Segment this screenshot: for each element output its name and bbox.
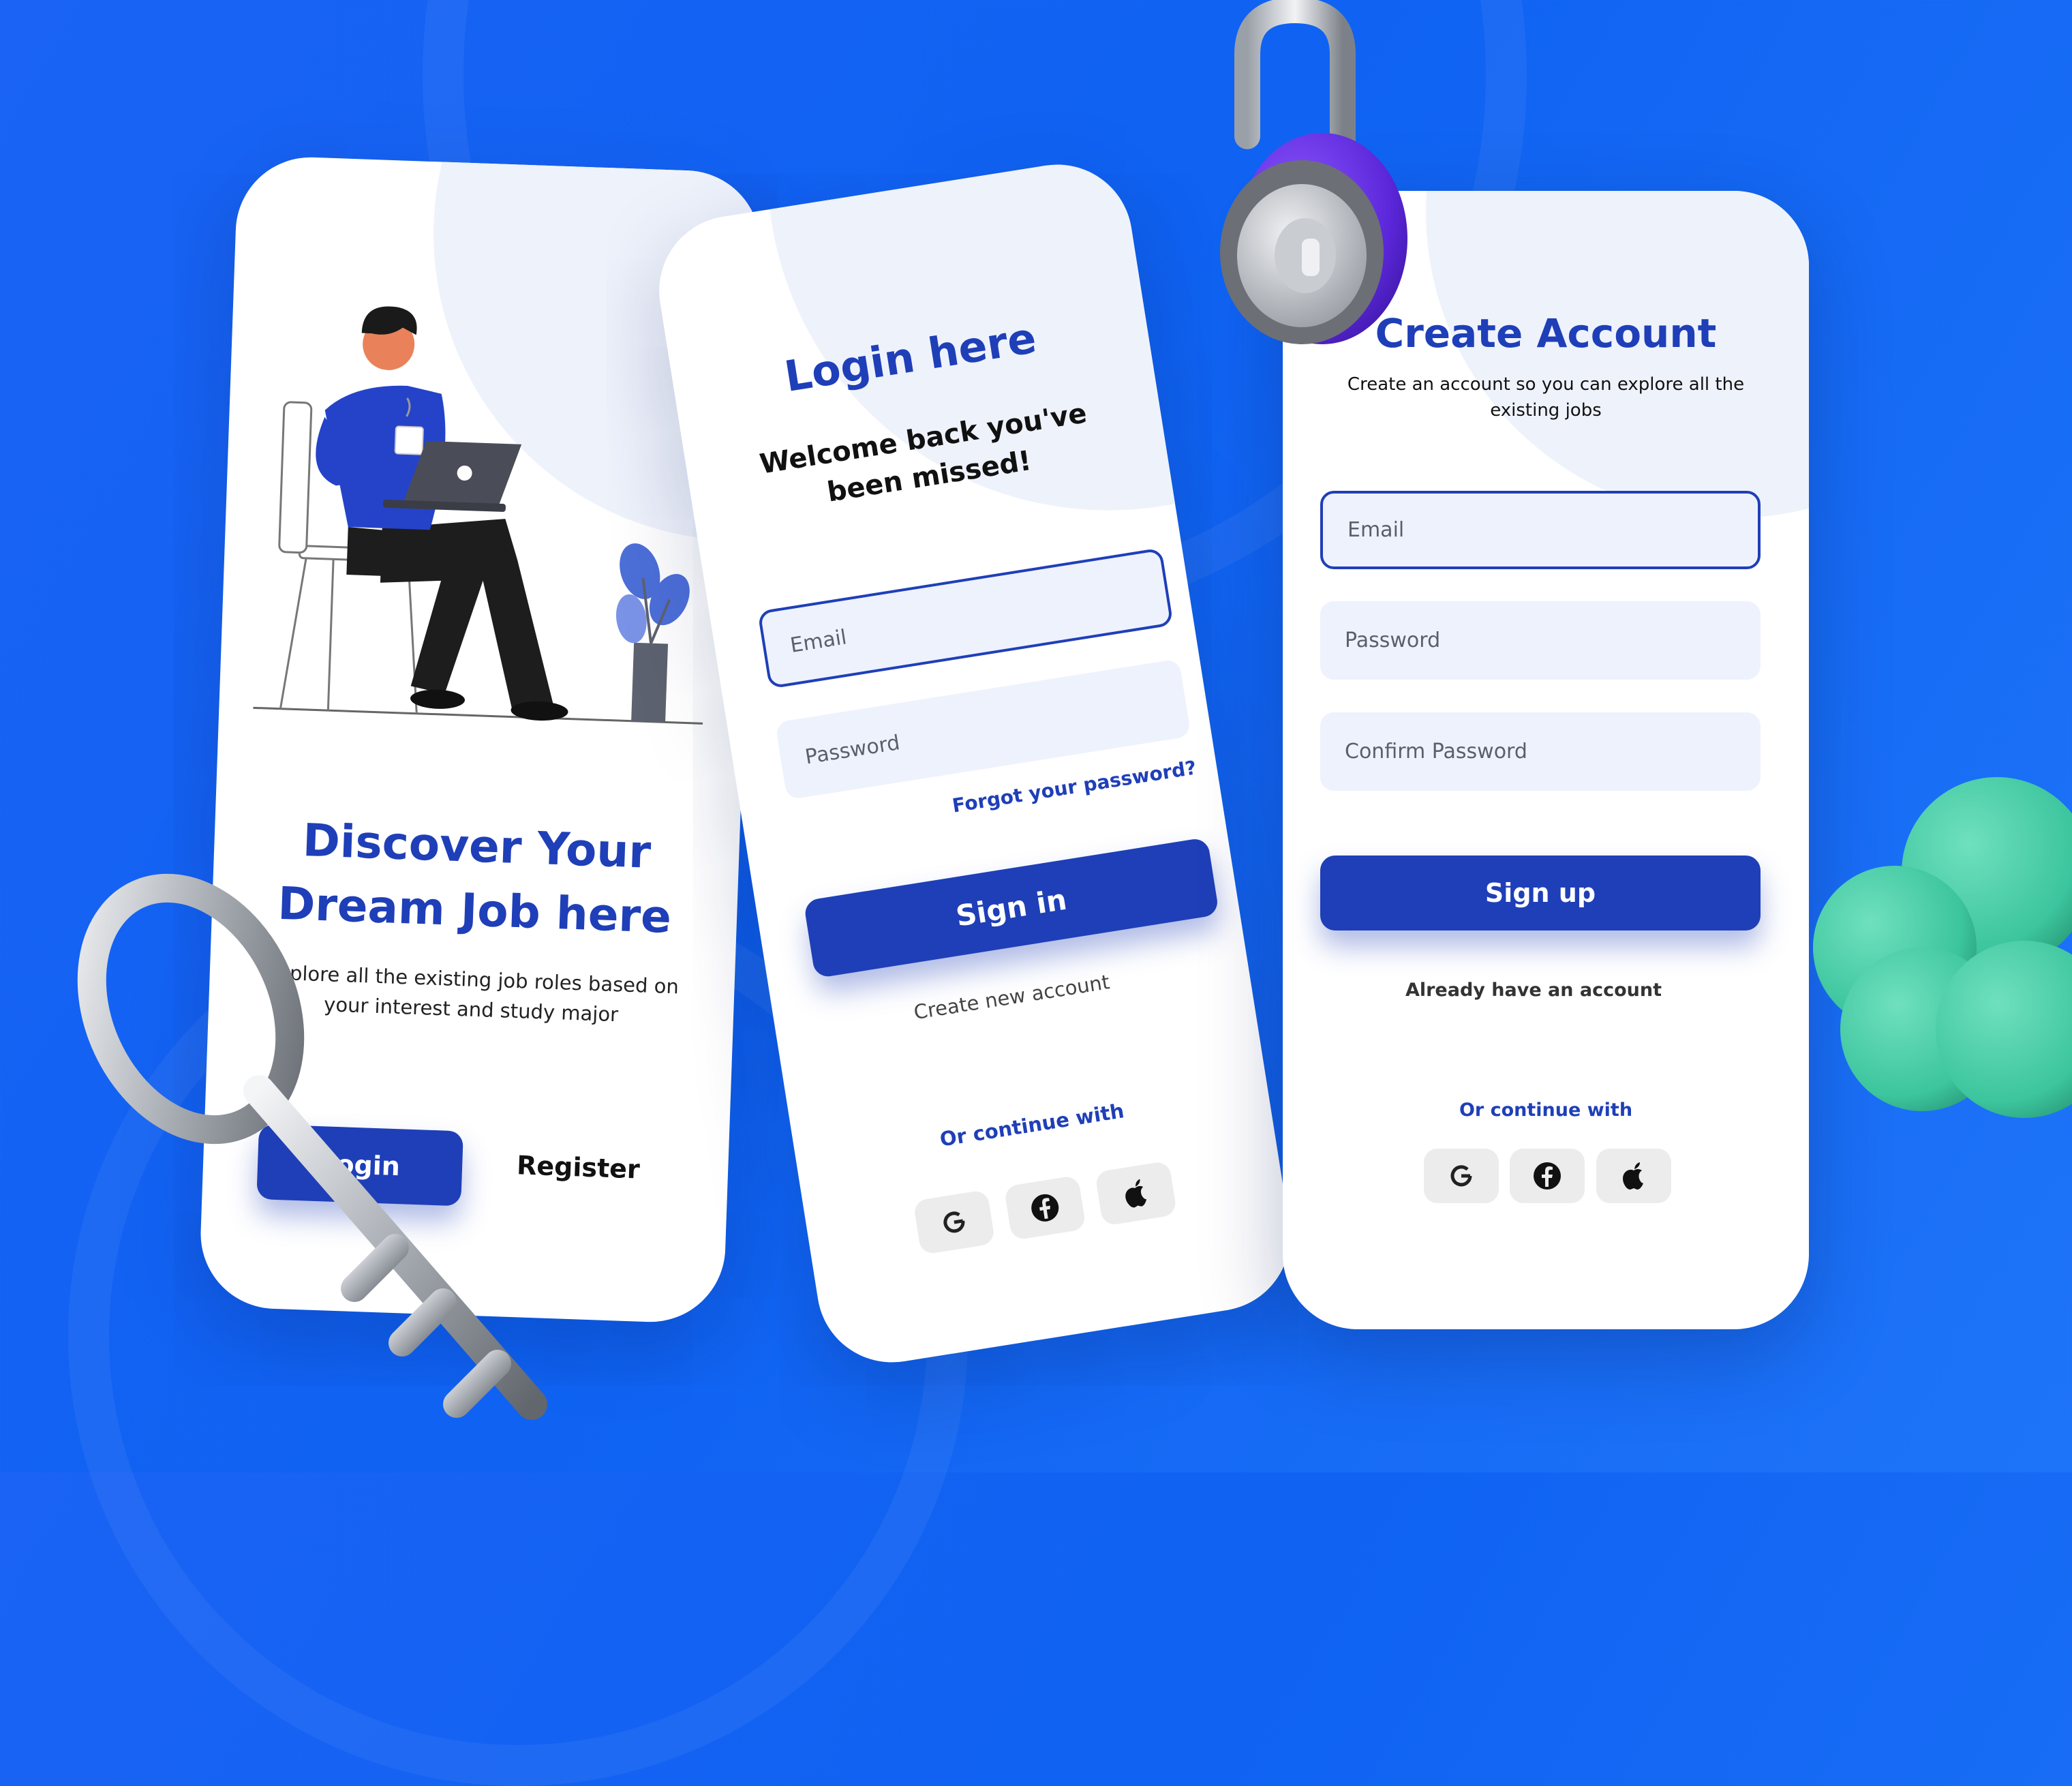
cloud-3d (1813, 777, 2072, 1118)
facebook-login-button[interactable] (1003, 1175, 1086, 1241)
login-continue-label: Or continue with (938, 1099, 1126, 1151)
signup-email-field[interactable]: Email (1320, 491, 1761, 569)
signup-subtitle: Create an account so you can explore all… (1283, 372, 1809, 423)
already-have-account-link[interactable]: Already have an account (1283, 980, 1784, 1001)
signup-password-field[interactable]: Password (1320, 601, 1761, 680)
apple-icon (1125, 1179, 1147, 1208)
google-icon (943, 1211, 965, 1233)
person-laptop-illustration (239, 264, 732, 751)
sign-up-button[interactable]: Sign up (1320, 856, 1761, 930)
google-signup-button[interactable] (1424, 1149, 1499, 1203)
padlock-3d (1220, 0, 1407, 344)
apple-signup-button[interactable] (1596, 1149, 1671, 1203)
apple-icon (1623, 1162, 1643, 1190)
facebook-icon (1534, 1162, 1561, 1190)
facebook-signup-button[interactable] (1510, 1149, 1585, 1203)
apple-login-button[interactable] (1095, 1160, 1178, 1226)
facebook-icon (1031, 1194, 1059, 1222)
google-login-button[interactable] (913, 1189, 996, 1256)
signup-confirm-password-field[interactable]: Confirm Password (1320, 712, 1761, 791)
signup-subtitle-line2: existing jobs (1490, 400, 1602, 421)
key-3d (77, 873, 547, 1420)
login-email-field[interactable]: Email (757, 547, 1174, 689)
google-icon (1450, 1165, 1472, 1187)
signup-continue-label: Or continue with (1459, 1100, 1633, 1121)
signup-subtitle-line1: Create an account so you can explore all… (1347, 374, 1745, 395)
sign-in-button[interactable]: Sign in (803, 836, 1220, 979)
